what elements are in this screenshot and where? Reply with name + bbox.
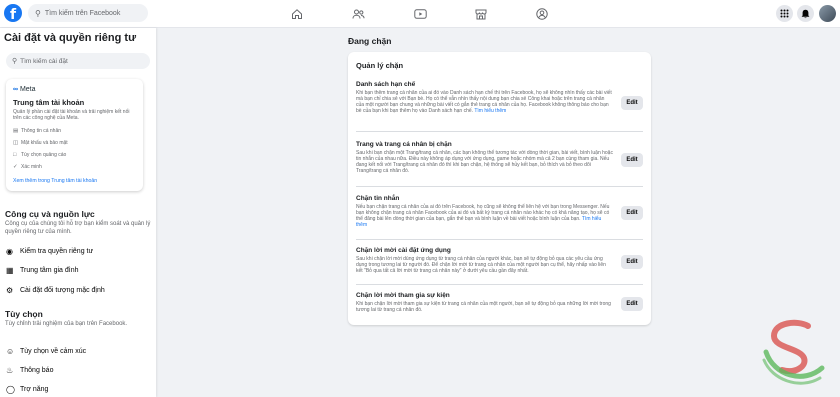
meta-infinity-icon: ∞ xyxy=(13,86,18,93)
section-title: Chặn lời mời tham gia sự kiện xyxy=(356,292,450,299)
meta-item-personal-info[interactable]: ▤ Thông tin cá nhân xyxy=(13,128,61,134)
sidebar-item-privacy-checkup[interactable]: ◉ Kiểm tra quyền riêng tư xyxy=(6,247,93,256)
tools-section-title: Công cụ và nguồn lực xyxy=(5,209,95,219)
edit-block-messages-button[interactable]: Edit xyxy=(621,206,643,220)
manage-blocking-panel: Quản lý chặn Danh sách hạn chế Khi bạn t… xyxy=(348,52,651,325)
facebook-logo-letter: f xyxy=(9,7,17,22)
meta-item-password-security[interactable]: ◫ Mật khẩu và bảo mật xyxy=(13,140,68,146)
ad-icon: □ xyxy=(13,152,17,158)
sidebar-item-label: Tùy chọn về cảm xúc xyxy=(20,348,87,355)
sidebar-item-accessibility[interactable]: ◯ Trợ năng xyxy=(6,385,48,394)
sidebar-item-label: Trợ năng xyxy=(20,386,49,393)
edit-event-invites-button[interactable]: Edit xyxy=(621,297,643,311)
tools-section-description: Công cụ của chúng tôi hỗ trợ bạn kiểm so… xyxy=(5,221,151,235)
sidebar-item-family-center[interactable]: ▦ Trung tâm gia đình xyxy=(6,266,79,275)
marketplace-icon[interactable] xyxy=(474,7,488,21)
section-description: Khi bạn thêm trang cá nhân của ai đó vào… xyxy=(356,90,613,115)
watch-icon[interactable] xyxy=(413,7,427,21)
divider xyxy=(356,131,643,132)
section-title: Trang và trang cá nhân bị chặn xyxy=(356,141,452,148)
section-title: Chặn tin nhắn xyxy=(356,195,400,202)
section-description: Sau khi bạn chặn một Trang/trang cá nhân… xyxy=(356,149,613,175)
home-icon[interactable] xyxy=(290,7,304,21)
meta-item-ad-preferences[interactable]: □ Tùy chọn quảng cáo xyxy=(13,152,66,158)
facebook-logo[interactable]: f xyxy=(4,4,22,22)
meta-logo-text: Meta xyxy=(19,86,36,93)
friends-icon[interactable] xyxy=(351,7,365,21)
meta-item-label: Thông tin cá nhân xyxy=(21,128,62,134)
audience-gear-icon: ⚙ xyxy=(6,286,14,295)
preferences-section-title: Tùy chọn xyxy=(5,309,43,319)
sidebar-title: Cài đặt và quyền riêng tư xyxy=(4,32,137,44)
edit-blocked-profiles-button[interactable]: Edit xyxy=(621,153,643,167)
section-description: Sau khi chặn lời mời dùng ứng dụng từ tr… xyxy=(356,255,606,275)
verified-icon: ✓ xyxy=(13,164,18,170)
section-description: Nếu bạn chặn trang cá nhân của ai đó trê… xyxy=(356,204,613,229)
sidebar-item-label: Kiểm tra quyền riêng tư xyxy=(20,248,94,255)
menu-grid-icon[interactable] xyxy=(776,5,793,22)
learn-more-link[interactable]: Tìm hiểu thêm xyxy=(474,108,506,114)
sidebar-item-label: Thông báo xyxy=(20,367,54,374)
panel-title: Quản lý chặn xyxy=(356,61,404,70)
accounts-center-title: Trung tâm tài khoản xyxy=(13,98,85,107)
divider xyxy=(356,186,643,187)
shield-icon: ◫ xyxy=(13,140,19,146)
accounts-center-card[interactable]: ∞ Meta Trung tâm tài khoản Quản lý phần … xyxy=(6,79,143,191)
top-navigation-bar: f ⚲ Tìm kiếm trên Facebook xyxy=(0,0,840,28)
meta-item-verification[interactable]: ✓ Xác minh xyxy=(13,164,42,170)
groups-icon[interactable] xyxy=(535,7,549,21)
notifications-icon[interactable] xyxy=(797,5,814,22)
sidebar-item-reaction-preferences[interactable]: ☺ Tùy chọn về cảm xúc xyxy=(6,347,86,356)
divider xyxy=(356,284,643,285)
watermark-logo xyxy=(762,319,825,385)
family-icon: ▦ xyxy=(6,266,14,275)
edit-app-invites-button[interactable]: Edit xyxy=(621,255,643,269)
divider xyxy=(356,239,643,240)
section-description-text: Nếu bạn chặn trang cá nhân của ai đó trê… xyxy=(356,203,610,223)
settings-search-input[interactable]: ⚲ Tìm kiếm cài đặt xyxy=(6,53,150,69)
search-icon: ⚲ xyxy=(12,58,18,65)
meta-logo: ∞ Meta xyxy=(13,86,36,93)
restricted-list-section: Danh sách hạn chế Khi bạn thêm trang cá … xyxy=(356,81,644,115)
lock-check-icon: ◉ xyxy=(6,247,13,256)
section-title: Danh sách hạn chế xyxy=(356,81,416,88)
search-placeholder: Tìm kiếm trên Facebook xyxy=(44,9,121,17)
blocked-profiles-section: Trang và trang cá nhân bị chặn Sau khi b… xyxy=(356,141,644,175)
meta-item-label: Tùy chọn quảng cáo xyxy=(21,152,67,158)
sidebar-item-default-audience[interactable]: ⚙ Cài đặt đối tượng mặc định xyxy=(6,286,105,295)
accounts-center-description: Quản lý phần cài đặt tài khoản và trải n… xyxy=(13,109,130,122)
meta-item-label: Mật khẩu và bảo mật xyxy=(21,140,68,146)
search-icon: ⚲ xyxy=(35,8,41,18)
sidebar-item-label: Trung tâm gia đình xyxy=(20,267,79,274)
smiley-icon: ☺ xyxy=(6,347,15,356)
block-event-invites-section: Chặn lời mời tham gia sự kiện Khi bạn ch… xyxy=(356,292,644,313)
edit-restricted-list-button[interactable]: Edit xyxy=(621,96,643,110)
settings-search-placeholder: Tìm kiếm cài đặt xyxy=(20,57,68,65)
facebook-search-input[interactable]: ⚲ Tìm kiếm trên Facebook xyxy=(28,4,148,22)
section-description: Khi bạn chặn lời mời tham gia sự kiện từ… xyxy=(356,300,611,313)
sidebar-item-label: Cài đặt đối tượng mặc định xyxy=(20,287,105,294)
section-title: Chặn lời mời cài đặt ứng dụng xyxy=(356,247,451,254)
block-app-invites-section: Chặn lời mời cài đặt ứng dụng Sau khi ch… xyxy=(356,247,644,274)
block-messages-section: Chặn tin nhắn Nếu bạn chặn trang cá nhân… xyxy=(356,195,644,229)
sidebar-item-notifications[interactable]: ♨ Thông báo xyxy=(6,366,53,375)
profile-avatar[interactable] xyxy=(819,5,836,22)
bell-icon: ♨ xyxy=(6,366,14,375)
meta-item-label: Xác minh xyxy=(21,164,42,170)
accessibility-icon: ◯ xyxy=(6,385,15,394)
person-card-icon: ▤ xyxy=(13,128,19,134)
preferences-section-description: Tùy chỉnh trải nghiệm của bạn trên Faceb… xyxy=(5,321,128,327)
accounts-center-link[interactable]: Xem thêm trong Trung tâm tài khoản xyxy=(13,178,97,184)
settings-sidebar: Cài đặt và quyền riêng tư ⚲ Tìm kiếm cài… xyxy=(0,28,156,397)
page-title: Đang chặn xyxy=(348,36,392,46)
